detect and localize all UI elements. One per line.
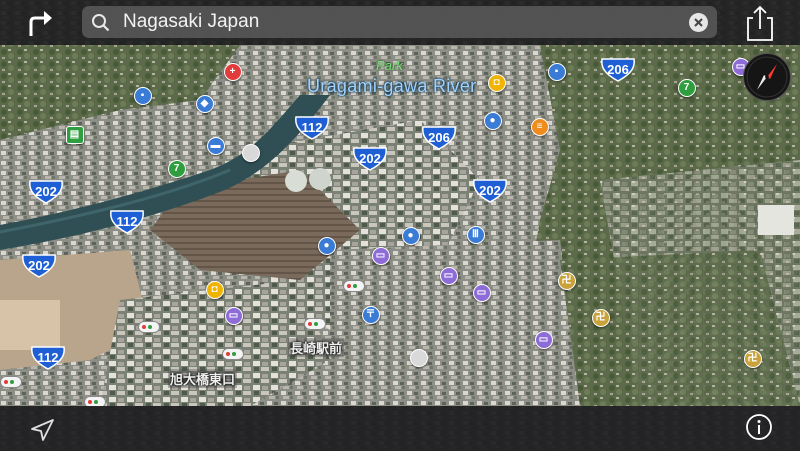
map-view[interactable]: Uragami-gawa River Park 長崎駅前 旭大橋東口 206 1… [0, 0, 800, 451]
directions-button[interactable] [20, 6, 58, 40]
food-pin-icon[interactable]: ≡ [531, 118, 549, 136]
river-label: Uragami-gawa River [307, 76, 477, 96]
hotel-pin-icon[interactable]: ▭ [473, 284, 491, 302]
hotel-pin-icon[interactable]: ▭ [225, 307, 243, 325]
transit-pin-icon[interactable]: ● [484, 112, 502, 130]
convenience-store-pin-icon[interactable]: 7 [678, 79, 696, 97]
route-number: 112 [116, 214, 138, 229]
temple-pin-icon[interactable]: 卍 [558, 272, 576, 290]
temple-pin-icon[interactable]: 卍 [744, 350, 762, 368]
post-office-pin-icon[interactable]: 〒 [362, 306, 380, 324]
route-shield-202[interactable]: 202 [28, 180, 64, 204]
train-station-marker[interactable] [222, 348, 244, 360]
route-number: 202 [359, 151, 381, 166]
shopping-pin-icon[interactable]: ◘ [488, 74, 506, 92]
route-shield-202[interactable]: 202 [21, 254, 57, 278]
route-shield-206[interactable]: 206 [600, 58, 636, 82]
route-number: 206 [607, 62, 629, 77]
share-icon [747, 5, 773, 41]
car-pin-icon[interactable]: ▬ [207, 137, 225, 155]
bus-stop-pin-icon[interactable]: ▪ [134, 87, 152, 105]
route-number: 112 [37, 350, 59, 365]
compass-needle-icon [746, 56, 788, 98]
landmark-pin-icon[interactable] [242, 144, 260, 162]
compass-button[interactable] [743, 53, 791, 101]
bottom-toolbar [0, 406, 800, 451]
station-pin-icon[interactable]: ▤ [66, 126, 84, 144]
clear-icon [694, 18, 703, 27]
police-pin-icon[interactable]: ◆ [196, 95, 214, 113]
info-icon [746, 414, 772, 440]
turn-arrow-icon [29, 11, 52, 36]
location-arrow-icon [31, 419, 54, 441]
train-station-marker[interactable] [138, 321, 160, 333]
hotel-pin-icon[interactable]: ▭ [535, 331, 553, 349]
park-label: Park [376, 58, 403, 73]
top-toolbar: Nagasaki Japan [0, 0, 800, 45]
route-shield-112[interactable]: 112 [294, 116, 330, 140]
route-number: 206 [428, 130, 450, 145]
convenience-store-pin-icon[interactable]: 7 [168, 160, 186, 178]
search-icon [92, 14, 110, 32]
hotel-pin-icon[interactable]: ▭ [372, 247, 390, 265]
transit-pin-icon[interactable]: ● [318, 237, 336, 255]
search-query[interactable]: Nagasaki Japan [123, 11, 259, 33]
route-shield-112[interactable]: 112 [109, 210, 145, 234]
shopping-pin-icon[interactable]: ◘ [206, 281, 224, 299]
bus-stop-pin-icon[interactable]: ▪ [548, 63, 566, 81]
museum-pin-icon[interactable]: Ⅲ [467, 226, 485, 244]
route-shield-202[interactable]: 202 [472, 179, 508, 203]
train-station-marker[interactable] [0, 376, 22, 388]
temple-pin-icon[interactable]: 卍 [592, 309, 610, 327]
route-shield-112[interactable]: 112 [30, 346, 66, 370]
landmark-pin-icon[interactable] [410, 349, 428, 367]
share-button[interactable] [741, 3, 779, 43]
station-label-nagasaki: 長崎駅前 [288, 338, 345, 357]
route-shield-202[interactable]: 202 [352, 147, 388, 171]
clear-search-button[interactable] [689, 13, 708, 32]
route-number: 202 [35, 184, 57, 199]
hospital-pin-icon[interactable]: + [224, 63, 242, 81]
current-location-button[interactable] [29, 418, 55, 442]
info-button[interactable] [745, 413, 773, 441]
route-number: 112 [301, 120, 323, 135]
search-field[interactable]: Nagasaki Japan [82, 6, 717, 38]
route-number: 202 [479, 183, 501, 198]
transit-pin-icon[interactable]: ● [402, 227, 420, 245]
route-number: 202 [28, 258, 50, 273]
route-shield-206[interactable]: 206 [421, 126, 457, 150]
hotel-pin-icon[interactable]: ▭ [440, 267, 458, 285]
station-label-asahi: 旭大橋東口 [168, 369, 238, 388]
train-station-marker[interactable] [343, 280, 365, 292]
train-station-marker[interactable] [304, 318, 326, 330]
